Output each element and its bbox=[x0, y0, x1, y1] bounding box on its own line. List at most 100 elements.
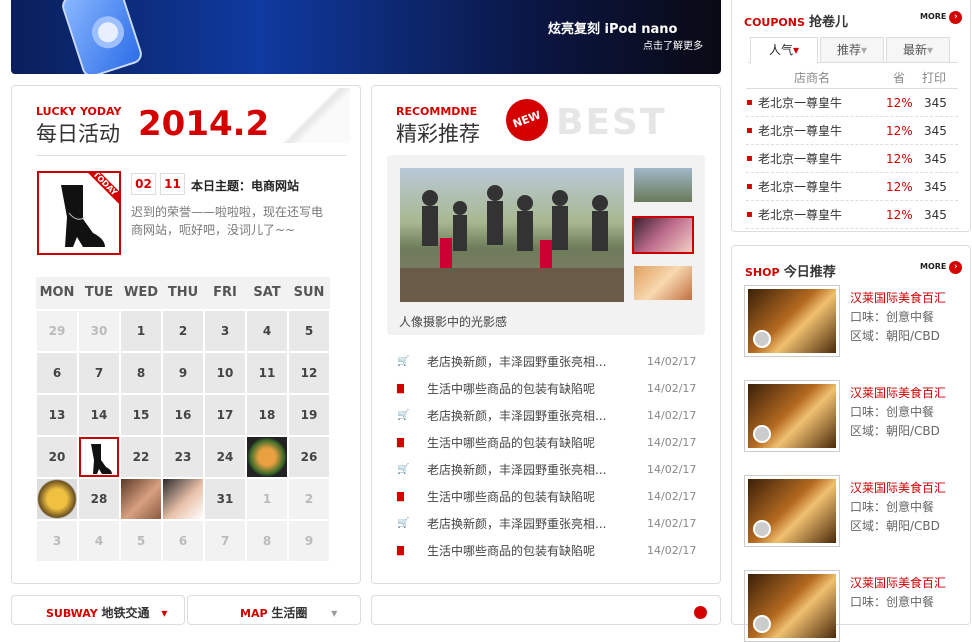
shop-item-name[interactable]: 汉莱国际美食百汇 bbox=[850, 574, 946, 593]
more-arrow-icon[interactable] bbox=[694, 606, 707, 619]
calendar-day[interactable]: 31 bbox=[205, 479, 245, 519]
today-product-image[interactable]: TODAY bbox=[37, 171, 121, 255]
calendar-day[interactable]: 30 bbox=[79, 311, 119, 351]
calendar-day[interactable]: 5 bbox=[289, 311, 329, 351]
play-icon[interactable] bbox=[753, 425, 771, 443]
shop-item-image[interactable] bbox=[744, 380, 840, 452]
news-list-item[interactable]: 🛒 老店换新颜，丰泽园野重张亮相... 14/02/17 bbox=[397, 510, 697, 537]
coupon-row[interactable]: ▪ 老北京一尊皇牛 12% 345 bbox=[746, 89, 958, 117]
shop-item-image[interactable] bbox=[744, 285, 840, 357]
calendar-day[interactable]: 12 bbox=[289, 353, 329, 393]
calendar-day-avatar-icon[interactable] bbox=[121, 479, 161, 519]
news-title[interactable]: 生活中哪些商品的包装有缺陷呢 bbox=[427, 380, 647, 397]
calendar-day[interactable]: 4 bbox=[247, 311, 287, 351]
news-list-item[interactable]: ▇ 生活中哪些商品的包装有缺陷呢 14/02/17 bbox=[397, 537, 697, 564]
calendar-day[interactable]: 16 bbox=[163, 395, 203, 435]
coupon-shop-name[interactable]: 老北京一尊皇牛 bbox=[758, 206, 886, 223]
thumb-3[interactable] bbox=[634, 266, 692, 300]
coupon-row[interactable]: ▪ 老北京一尊皇牛 12% 345 bbox=[746, 117, 958, 145]
day-box: 11 bbox=[160, 173, 185, 195]
news-title[interactable]: 生活中哪些商品的包装有缺陷呢 bbox=[427, 434, 647, 451]
calendar-day[interactable]: 9 bbox=[163, 353, 203, 393]
coupon-row[interactable]: ▪ 老北京一尊皇牛 12% 345 bbox=[746, 201, 958, 229]
calendar-day[interactable]: 6 bbox=[163, 521, 203, 561]
calendar-day[interactable]: 3 bbox=[205, 311, 245, 351]
coupon-shop-name[interactable]: 老北京一尊皇牛 bbox=[758, 122, 886, 139]
calendar-day[interactable]: 3 bbox=[37, 521, 77, 561]
news-title[interactable]: 老店换新颜，丰泽园野重张亮相... bbox=[427, 407, 647, 424]
calendar-day[interactable]: 22 bbox=[121, 437, 161, 477]
calendar-day-boot-icon[interactable] bbox=[79, 437, 119, 477]
news-list-item[interactable]: ▇ 生活中哪些商品的包装有缺陷呢 14/02/17 bbox=[397, 429, 697, 456]
calendar-day[interactable]: 20 bbox=[37, 437, 77, 477]
banner-cta[interactable]: 点击了解更多 bbox=[643, 37, 703, 52]
play-icon[interactable] bbox=[753, 520, 771, 538]
calendar-day[interactable]: 8 bbox=[121, 353, 161, 393]
calendar-day[interactable]: 7 bbox=[205, 521, 245, 561]
doc-icon: ▇ bbox=[397, 437, 404, 448]
coupon-shop-name[interactable]: 老北京一尊皇牛 bbox=[758, 150, 886, 167]
calendar-day[interactable]: 24 bbox=[205, 437, 245, 477]
news-list-item[interactable]: ▇ 生活中哪些商品的包装有缺陷呢 14/02/17 bbox=[397, 375, 697, 402]
news-title[interactable]: 老店换新颜，丰泽园野重张亮相... bbox=[427, 353, 647, 370]
calendar-day[interactable]: 14 bbox=[79, 395, 119, 435]
calendar-day-avatar-icon[interactable] bbox=[163, 479, 203, 519]
calendar-day[interactable]: 19 bbox=[289, 395, 329, 435]
calendar-day[interactable]: 9 bbox=[289, 521, 329, 561]
shop-item-name[interactable]: 汉莱国际美食百汇 bbox=[850, 289, 946, 308]
calendar-day[interactable]: 13 bbox=[37, 395, 77, 435]
tab-latest[interactable]: 最新▾ bbox=[886, 37, 950, 63]
calendar-day-food-icon[interactable] bbox=[37, 479, 77, 519]
coupon-shop-name[interactable]: 老北京一尊皇牛 bbox=[758, 178, 886, 195]
news-list-item[interactable]: 🛒 老店换新颜，丰泽园野重张亮相... 14/02/17 bbox=[397, 456, 697, 483]
calendar-day[interactable]: 10 bbox=[205, 353, 245, 393]
calendar-day[interactable]: 23 bbox=[163, 437, 203, 477]
coupon-row[interactable]: ▪ 老北京一尊皇牛 12% 345 bbox=[746, 173, 958, 201]
calendar-day[interactable]: 28 bbox=[79, 479, 119, 519]
calendar-day[interactable]: 29 bbox=[37, 311, 77, 351]
coupon-row[interactable]: ▪ 老北京一尊皇牛 12% 345 bbox=[746, 145, 958, 173]
calendar-day[interactable]: 26 bbox=[289, 437, 329, 477]
news-title[interactable]: 生活中哪些商品的包装有缺陷呢 bbox=[427, 542, 647, 559]
calendar-day[interactable]: 2 bbox=[163, 311, 203, 351]
play-icon[interactable] bbox=[753, 615, 771, 633]
shop-item-name[interactable]: 汉莱国际美食百汇 bbox=[850, 384, 946, 403]
calendar-day[interactable]: 7 bbox=[79, 353, 119, 393]
tab-recommend[interactable]: 推荐▾ bbox=[820, 37, 884, 63]
shop-more-link[interactable]: MORE › bbox=[920, 260, 963, 274]
news-title[interactable]: 生活中哪些商品的包装有缺陷呢 bbox=[427, 488, 647, 505]
thumb-2[interactable] bbox=[632, 216, 694, 254]
calendar-day[interactable]: 6 bbox=[37, 353, 77, 393]
coupons-more-link[interactable]: MORE › bbox=[920, 10, 963, 24]
coupon-shop-name[interactable]: 老北京一尊皇牛 bbox=[758, 94, 886, 111]
subway-title[interactable]: SUBWAY 地铁交通 ▾ bbox=[46, 604, 167, 621]
calendar-day[interactable]: 15 bbox=[121, 395, 161, 435]
ipod-banner[interactable]: 炫亮复刻 iPod nano 点击了解更多 bbox=[11, 0, 721, 74]
calendar-day[interactable]: 1 bbox=[247, 479, 287, 519]
shop-item-image[interactable] bbox=[744, 570, 840, 642]
news-list-item[interactable]: 🛒 老店换新颜，丰泽园野重张亮相... 14/02/17 bbox=[397, 402, 697, 429]
coupon-save: 12% bbox=[886, 179, 913, 194]
calendar-day[interactable]: 1 bbox=[121, 311, 161, 351]
calendar-day[interactable]: 8 bbox=[247, 521, 287, 561]
calendar-day-pizza-icon[interactable] bbox=[247, 437, 287, 477]
thumb-1[interactable] bbox=[634, 168, 692, 202]
calendar-day[interactable]: 5 bbox=[121, 521, 161, 561]
doc-icon: ▇ bbox=[397, 383, 404, 394]
doc-icon: ▇ bbox=[397, 545, 404, 556]
shop-item-image[interactable] bbox=[744, 475, 840, 547]
calendar-day[interactable]: 17 bbox=[205, 395, 245, 435]
news-title[interactable]: 老店换新颜，丰泽园野重张亮相... bbox=[427, 461, 647, 478]
calendar-day[interactable]: 4 bbox=[79, 521, 119, 561]
news-list-item[interactable]: 🛒 老店换新颜，丰泽园野重张亮相... 14/02/17 bbox=[397, 348, 697, 375]
play-icon[interactable] bbox=[753, 330, 771, 348]
news-list-item[interactable]: ▇ 生活中哪些商品的包装有缺陷呢 14/02/17 bbox=[397, 483, 697, 510]
tab-popular[interactable]: 人气▾ bbox=[750, 37, 818, 64]
shop-item-name[interactable]: 汉莱国际美食百汇 bbox=[850, 479, 946, 498]
map-title[interactable]: MAP 生活圈 ▾ bbox=[240, 604, 337, 621]
featured-photo[interactable] bbox=[400, 168, 624, 302]
calendar-day[interactable]: 18 bbox=[247, 395, 287, 435]
news-title[interactable]: 老店换新颜，丰泽园野重张亮相... bbox=[427, 515, 647, 532]
calendar-day[interactable]: 11 bbox=[247, 353, 287, 393]
calendar-day[interactable]: 2 bbox=[289, 479, 329, 519]
